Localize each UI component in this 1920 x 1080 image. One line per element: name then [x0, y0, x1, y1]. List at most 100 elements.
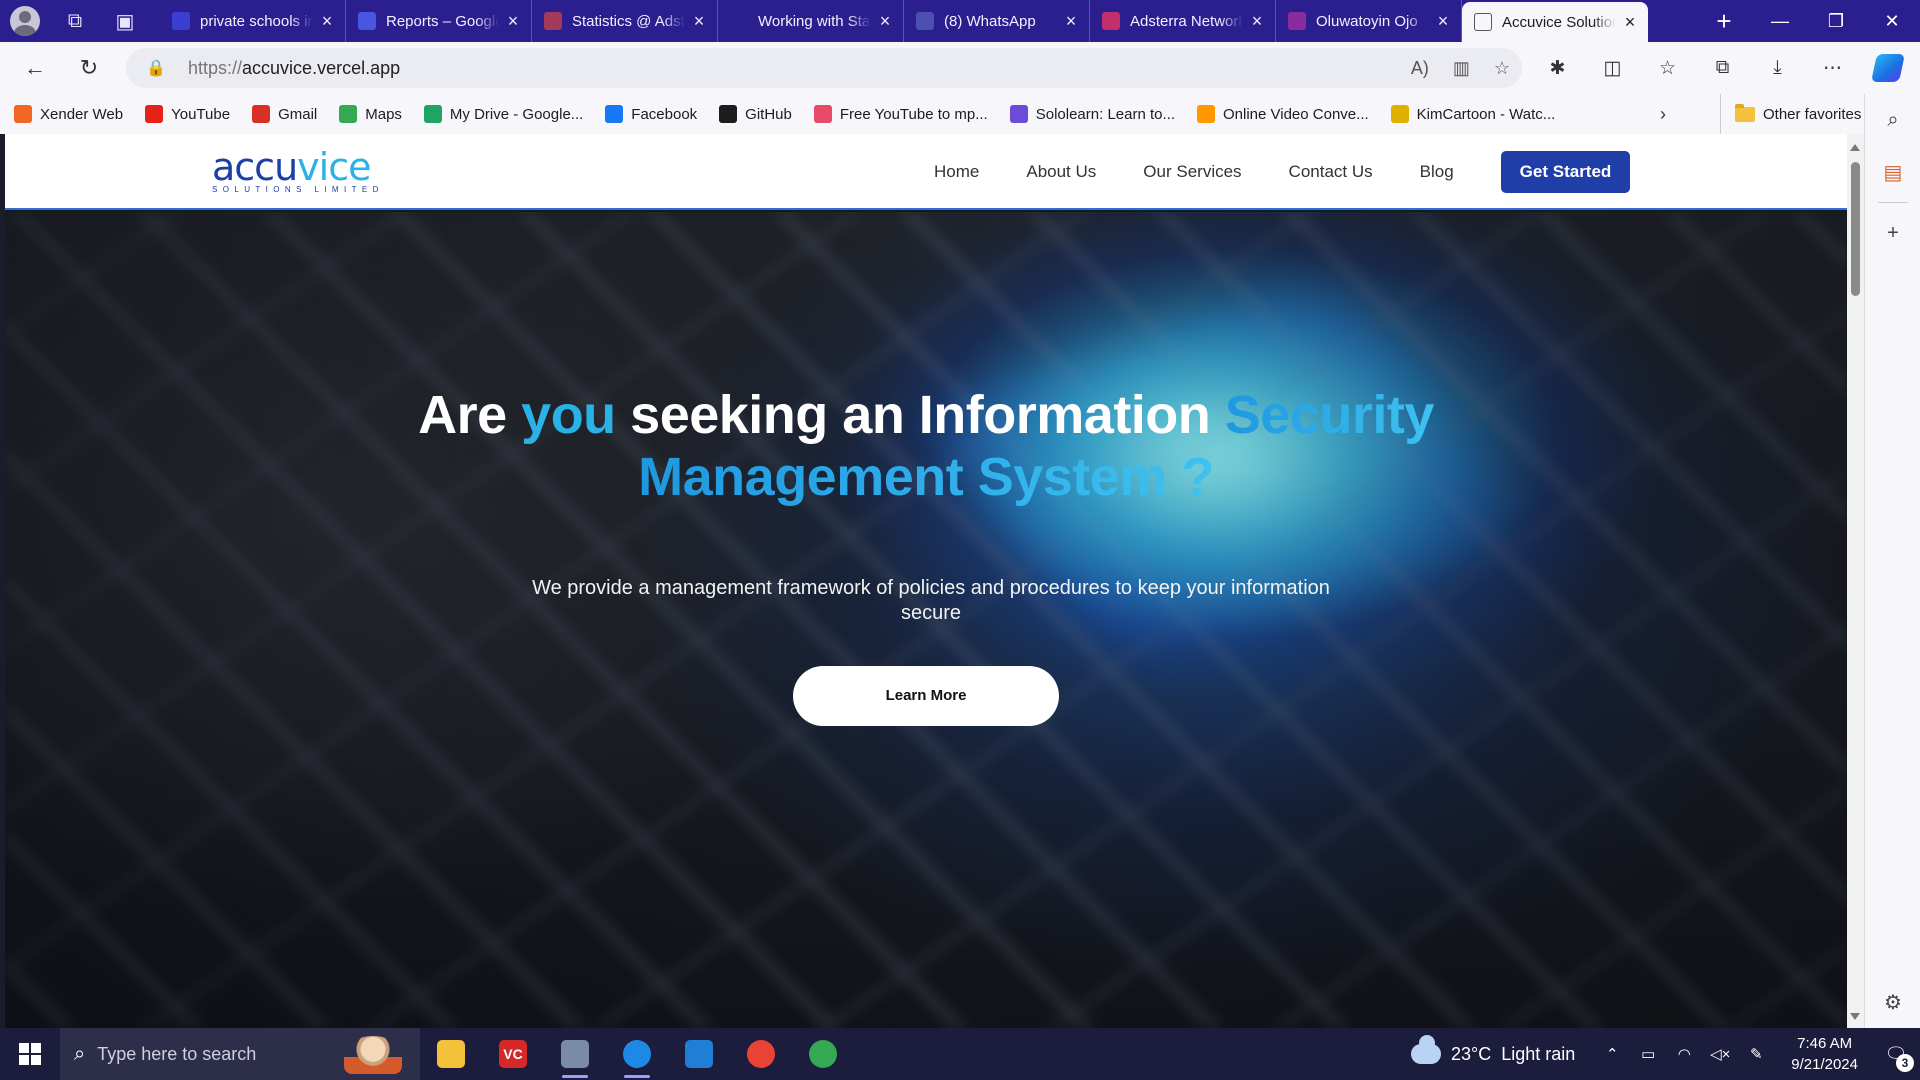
battery-icon[interactable]: ▭: [1633, 1045, 1663, 1063]
close-tab-icon[interactable]: ×: [1061, 12, 1081, 30]
taskbar-search-box[interactable]: ⌕ Type here to search: [60, 1028, 420, 1080]
favorite-link[interactable]: Xender Web: [14, 105, 123, 123]
learn-more-button[interactable]: Learn More: [793, 666, 1059, 726]
sidebar-tools-icon[interactable]: ▤: [1865, 146, 1920, 198]
close-tab-icon[interactable]: ×: [503, 12, 523, 30]
favorite-site-icon: [145, 105, 164, 123]
show-hidden-icons-chevron-icon[interactable]: ⌃: [1597, 1045, 1627, 1063]
favorite-link[interactable]: Free YouTube to mp...: [813, 105, 988, 123]
favorites-overflow-chevron-icon[interactable]: ›: [1660, 94, 1666, 134]
immersive-reader-icon[interactable]: ▥: [1453, 58, 1470, 79]
favorite-link[interactable]: GitHub: [719, 105, 792, 123]
restore-button[interactable]: ❐: [1808, 0, 1864, 42]
favorite-site-icon: [1390, 105, 1409, 123]
scroll-down-arrow-icon[interactable]: [1850, 1013, 1860, 1020]
favorite-link[interactable]: My Drive - Google...: [423, 105, 583, 123]
favorite-link[interactable]: Online Video Conve...: [1197, 105, 1369, 123]
nav-our-services[interactable]: Our Services: [1143, 162, 1241, 182]
vertical-tabs-icon[interactable]: ▣: [100, 0, 150, 42]
tab-title: Oluwatoyin Ojo: [1316, 12, 1418, 30]
close-tab-icon[interactable]: ×: [1620, 13, 1640, 31]
nav-contact-us[interactable]: Contact Us: [1289, 162, 1373, 182]
read-aloud-icon[interactable]: A): [1411, 58, 1429, 79]
file-explorer-icon: [437, 1040, 465, 1068]
weather-widget[interactable]: 23°C Light rain: [1410, 1035, 1575, 1065]
taskbar-app-vscode[interactable]: [668, 1028, 730, 1080]
tab-title: Working with Sta: [758, 12, 871, 30]
taskbar-app-chrome[interactable]: [730, 1028, 792, 1080]
favorite-link[interactable]: Sololearn: Learn to...: [1009, 105, 1175, 123]
more-menu-icon[interactable]: ⋯: [1805, 48, 1860, 88]
browser-tab[interactable]: Oluwatoyin Ojo ×: [1276, 0, 1462, 42]
close-tab-icon[interactable]: ×: [875, 12, 895, 30]
browser-tab[interactable]: (8) WhatsApp ×: [904, 0, 1090, 42]
pen-icon[interactable]: ✎: [1741, 1045, 1771, 1063]
taskbar-app-edge[interactable]: [606, 1028, 668, 1080]
browser-tab[interactable]: Statistics @ Adsterra×: [532, 0, 718, 42]
get-started-button[interactable]: Get Started: [1500, 151, 1631, 193]
favorite-link[interactable]: KimCartoon - Watc...: [1390, 105, 1556, 123]
sidebar-search-icon[interactable]: ⌕: [1865, 94, 1920, 146]
close-tab-icon[interactable]: ×: [689, 12, 709, 30]
close-tab-icon[interactable]: ×: [1433, 12, 1453, 30]
favorites-icon[interactable]: ☆: [1640, 48, 1695, 88]
windows-taskbar: ⌕ Type here to search VC 23°C Light rain…: [0, 1028, 1920, 1080]
minimize-button[interactable]: —: [1752, 0, 1808, 42]
taskbar-app-file-explorer[interactable]: [420, 1028, 482, 1080]
notification-center-button[interactable]: 🗨 3: [1872, 1028, 1920, 1080]
collections-icon[interactable]: ⧉: [1695, 48, 1750, 88]
close-tab-icon[interactable]: ×: [1247, 12, 1267, 30]
scrollbar-thumb[interactable]: [1851, 162, 1860, 296]
extensions-icon[interactable]: ✱: [1530, 48, 1585, 88]
favorite-link[interactable]: YouTube: [145, 105, 230, 123]
chrome-icon: [747, 1040, 775, 1068]
tab-strip: private schools in × Reports – Google × Stat…: [150, 0, 1696, 42]
favorite-label: Gmail: [278, 105, 318, 123]
favorite-link[interactable]: Maps: [339, 105, 402, 123]
favorite-label: KimCartoon - Watc...: [1416, 105, 1556, 123]
taskbar-app-system-tool[interactable]: [544, 1028, 606, 1080]
url-text[interactable]: https://accuvice.vercel.app: [188, 58, 400, 79]
other-favorites-folder[interactable]: Other favorites: [1720, 94, 1861, 134]
sidebar-settings-icon[interactable]: ⚙: [1865, 976, 1920, 1028]
taskbar-clock[interactable]: 7:46 AM 9/21/2024: [1791, 1033, 1858, 1075]
browser-tab[interactable]: Adsterra Network ×: [1090, 0, 1276, 42]
close-tab-icon[interactable]: ×: [317, 12, 337, 30]
favorite-link[interactable]: Gmail: [252, 105, 317, 123]
close-window-button[interactable]: ✕: [1864, 0, 1920, 42]
favorite-label: Facebook: [631, 105, 698, 123]
volume-muted-icon[interactable]: ◁×: [1705, 1045, 1735, 1063]
favorite-star-icon[interactable]: ☆: [1494, 58, 1510, 79]
browser-tab[interactable]: Reports – Google ×: [346, 0, 532, 42]
wifi-icon[interactable]: ◠: [1669, 1045, 1699, 1063]
browser-toolbar: ← ↻ 🔒 https://accuvice.vercel.app A) ▥ ☆…: [0, 42, 1920, 94]
nav-blog[interactable]: Blog: [1420, 162, 1454, 182]
browser-tab[interactable]: Working with Sta ×: [718, 0, 904, 42]
back-button[interactable]: ←: [8, 48, 62, 88]
sidebar-add-icon[interactable]: +: [1865, 207, 1920, 259]
start-button[interactable]: [0, 1028, 60, 1080]
nav-home[interactable]: Home: [934, 162, 979, 182]
favorite-site-icon: [252, 105, 271, 123]
favorite-site-icon: [1009, 105, 1028, 123]
browser-tab[interactable]: private schools in ×: [160, 0, 346, 42]
accuvice-logo[interactable]: accuvice SOLUTIONS LIMITED: [212, 148, 384, 194]
refresh-button[interactable]: ↻: [62, 48, 116, 88]
nav-about-us[interactable]: About Us: [1026, 162, 1096, 182]
lock-icon[interactable]: 🔒: [136, 58, 176, 78]
split-screen-icon[interactable]: ◫: [1585, 48, 1640, 88]
copilot-button[interactable]: [1860, 48, 1915, 88]
workspaces-icon[interactable]: ⧉: [50, 0, 100, 42]
taskbar-app-chrome-profile[interactable]: [792, 1028, 854, 1080]
favorite-link[interactable]: Facebook: [605, 105, 697, 123]
adsterra-m-icon: [1102, 12, 1120, 30]
profile-button[interactable]: [0, 0, 50, 42]
new-tab-button[interactable]: +: [1696, 0, 1752, 42]
taskbar-app-vc[interactable]: VC: [482, 1028, 544, 1080]
downloads-icon[interactable]: ⤓: [1750, 48, 1805, 88]
scroll-up-arrow-icon[interactable]: [1850, 144, 1860, 151]
browser-tab[interactable]: Accuvice Solutions ×: [1462, 2, 1648, 42]
page-scrollbar[interactable]: [1847, 134, 1864, 1028]
windows-logo-icon: [19, 1043, 41, 1065]
address-bar[interactable]: 🔒 https://accuvice.vercel.app A) ▥ ☆: [126, 48, 1522, 88]
